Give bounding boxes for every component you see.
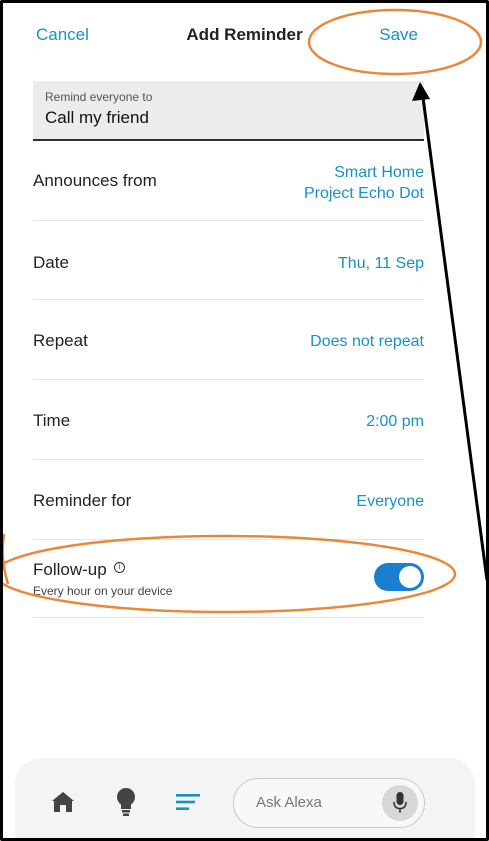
- follow-up-title: Follow-up i: [33, 560, 125, 580]
- announces-from-value-line2: Project Echo Dot: [303, 185, 424, 202]
- left-edge-annotation-stroke: [1, 533, 10, 585]
- mic-button[interactable]: [382, 785, 418, 821]
- header: Cancel Add Reminder Save: [0, 0, 489, 70]
- time-row[interactable]: Time 2:00 pm: [33, 380, 424, 460]
- repeat-value[interactable]: Does not repeat: [310, 331, 424, 352]
- date-label: Date: [33, 253, 69, 272]
- ask-alexa-input[interactable]: Ask Alexa: [233, 778, 425, 828]
- reminder-for-value[interactable]: Everyone: [356, 491, 424, 512]
- announces-from-value-line1: Smart Home: [334, 164, 424, 181]
- time-label: Time: [33, 411, 71, 430]
- follow-up-row: Follow-up i Every hour on your device: [33, 540, 424, 618]
- announces-from-value[interactable]: Smart Home Project Echo Dot: [304, 162, 424, 204]
- toggle-knob: [399, 566, 421, 588]
- menu-icon[interactable]: [176, 793, 200, 816]
- date-value[interactable]: Thu, 11 Sep: [338, 253, 424, 274]
- reminder-field-label: Remind everyone to: [45, 90, 153, 104]
- follow-up-label: Follow-up: [33, 560, 107, 579]
- annotation-arrow: [420, 89, 489, 581]
- announces-from-label: Announces from: [33, 171, 157, 190]
- reminder-text-field[interactable]: Remind everyone to Call my friend: [33, 81, 424, 141]
- home-icon[interactable]: [51, 791, 75, 818]
- time-value[interactable]: 2:00 pm: [366, 411, 424, 432]
- reminder-for-row[interactable]: Reminder for Everyone: [33, 460, 424, 540]
- announces-from-row[interactable]: Announces from Smart Home Project Echo D…: [33, 141, 424, 221]
- reminder-field-value[interactable]: Call my friend: [45, 108, 412, 128]
- microphone-icon: [393, 792, 407, 813]
- follow-up-subtitle: Every hour on your device: [33, 584, 173, 598]
- reminder-for-label: Reminder for: [33, 491, 132, 510]
- info-icon[interactable]: i: [113, 562, 125, 573]
- follow-up-toggle[interactable]: [374, 563, 424, 591]
- date-row[interactable]: Date Thu, 11 Sep: [33, 221, 424, 300]
- repeat-label: Repeat: [33, 331, 88, 350]
- save-button[interactable]: Save: [379, 25, 418, 45]
- bottom-nav-bar: Ask Alexa: [15, 758, 475, 841]
- lightbulb-icon[interactable]: [115, 787, 137, 822]
- repeat-row[interactable]: Repeat Does not repeat: [33, 300, 424, 380]
- ask-alexa-placeholder: Ask Alexa: [256, 794, 322, 811]
